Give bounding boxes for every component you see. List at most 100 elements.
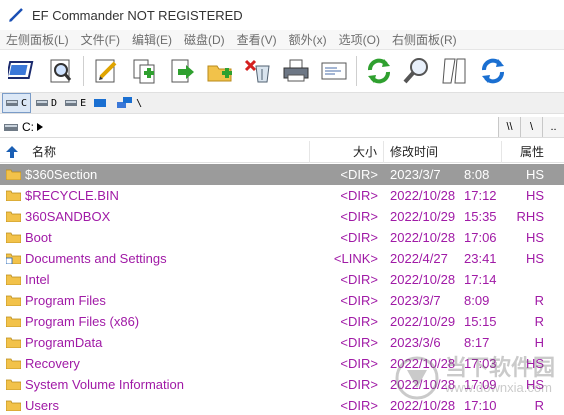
file-modified: 2023/3/7 8:09 bbox=[384, 293, 502, 308]
desktop-icon bbox=[94, 99, 107, 107]
file-name: System Volume Information bbox=[25, 377, 184, 392]
file-name-cell: $360Section bbox=[0, 167, 310, 182]
file-time: 17:10 bbox=[464, 398, 497, 413]
drive-e-button[interactable]: E bbox=[62, 93, 89, 113]
file-name-cell: Documents and Settings bbox=[0, 251, 310, 266]
file-row[interactable]: Program Files (x86) <DIR> 2022/10/29 15:15 R bbox=[0, 311, 564, 332]
file-row[interactable]: Recovery <DIR> 2022/10/28 17:03 HS bbox=[0, 353, 564, 374]
file-name: $RECYCLE.BIN bbox=[25, 188, 119, 203]
menu-edit[interactable]: 编辑(E) bbox=[126, 31, 178, 48]
print-button[interactable] bbox=[277, 54, 315, 88]
compare-button[interactable] bbox=[436, 54, 474, 88]
network-button[interactable]: \ bbox=[114, 93, 145, 113]
drive-label: C bbox=[21, 97, 28, 109]
file-date: 2022/10/29 bbox=[390, 209, 456, 224]
file-row[interactable]: ProgramData <DIR> 2023/3/6 8:17 H bbox=[0, 332, 564, 353]
file-attr: R bbox=[534, 293, 544, 308]
column-modified-label: 修改时间 bbox=[390, 145, 439, 159]
file-time: 17:09 bbox=[464, 377, 497, 392]
file-name: Program Files bbox=[25, 293, 106, 308]
file-name-cell: ProgramData bbox=[0, 335, 310, 350]
column-attr[interactable]: 属性 bbox=[502, 141, 564, 163]
file-row[interactable]: System Volume Information <DIR> 2022/10/28… bbox=[0, 374, 564, 395]
file-row[interactable]: 360SANDBOX <DIR> 2022/10/29 15:35 RHS bbox=[0, 206, 564, 227]
menu-extra[interactable]: 额外(x) bbox=[283, 31, 333, 48]
menu-options[interactable]: 选项(O) bbox=[333, 31, 386, 48]
properties-button[interactable] bbox=[315, 54, 353, 88]
file-row[interactable]: Program Files <DIR> 2023/3/7 8:09 R bbox=[0, 290, 564, 311]
menu-file[interactable]: 文件(F) bbox=[75, 31, 126, 48]
file-modified: 2022/4/27 23:41 bbox=[384, 251, 502, 266]
file-size: <DIR> bbox=[340, 398, 378, 413]
file-modified: 2022/10/29 15:15 bbox=[384, 314, 502, 329]
column-name[interactable]: 名称 bbox=[0, 140, 310, 163]
column-size[interactable]: 大小 bbox=[310, 140, 384, 163]
file-modified: 2022/10/28 17:03 bbox=[384, 356, 502, 371]
root-button[interactable]: \\ bbox=[498, 116, 520, 137]
column-header: 名称 大小 修改时间 属性 bbox=[0, 140, 564, 163]
file-row[interactable]: Documents and Settings <LINK> 2022/4/27 23:… bbox=[0, 248, 564, 269]
folder-icon bbox=[6, 379, 21, 390]
file-size: <DIR> bbox=[340, 209, 378, 224]
hard-drive-icon bbox=[36, 100, 49, 106]
menu-view[interactable]: 查看(V) bbox=[231, 31, 283, 48]
file-modified: 2022/10/28 17:10 bbox=[384, 398, 502, 413]
refresh-button[interactable] bbox=[360, 54, 398, 88]
file-name: ProgramData bbox=[25, 335, 103, 350]
file-date: 2022/10/28 bbox=[390, 188, 456, 203]
toolbar bbox=[0, 52, 564, 90]
caret-right-icon bbox=[37, 122, 43, 131]
move-button[interactable] bbox=[163, 54, 201, 88]
sync-icon bbox=[482, 58, 504, 84]
file-name-cell: Program Files (x86) bbox=[0, 314, 310, 329]
file-date: 2022/10/28 bbox=[390, 272, 456, 287]
file-modified: 2022/10/28 17:12 bbox=[384, 188, 502, 203]
path-label: C: bbox=[22, 119, 34, 134]
column-modified[interactable]: 修改时间 bbox=[384, 140, 502, 163]
view-button[interactable] bbox=[4, 54, 42, 88]
file-time: 8:09 bbox=[464, 293, 490, 308]
back-button[interactable]: \ bbox=[520, 116, 542, 137]
menu-disk[interactable]: 磁盘(D) bbox=[178, 31, 231, 48]
current-path[interactable]: C: bbox=[0, 120, 498, 134]
folder-link-icon bbox=[6, 253, 21, 264]
file-date: 2023/3/7 bbox=[390, 293, 441, 308]
file-size: <DIR> bbox=[340, 293, 378, 308]
file-name: Boot bbox=[25, 230, 52, 245]
file-attr: HS bbox=[525, 377, 544, 392]
sync-button[interactable] bbox=[474, 54, 512, 88]
app-pen-icon bbox=[9, 8, 23, 22]
copy-button[interactable] bbox=[125, 54, 163, 88]
folder-icon bbox=[6, 295, 21, 306]
file-attr: H bbox=[534, 335, 544, 350]
drive-d-button[interactable]: D bbox=[33, 93, 60, 113]
hard-drive-icon bbox=[6, 100, 18, 106]
edit-button[interactable] bbox=[87, 54, 125, 88]
folder-icon bbox=[6, 400, 21, 411]
drive-c-button[interactable]: C bbox=[2, 93, 32, 113]
file-size: <DIR> bbox=[340, 335, 378, 350]
new-folder-button[interactable] bbox=[201, 54, 239, 88]
file-name: Recovery bbox=[25, 356, 80, 371]
file-size: <DIR> bbox=[340, 314, 378, 329]
file-name-cell: 360SANDBOX bbox=[0, 209, 310, 224]
folder-icon bbox=[6, 337, 21, 348]
delete-button[interactable] bbox=[239, 54, 277, 88]
copy-icon bbox=[133, 59, 155, 84]
file-row[interactable]: $RECYCLE.BIN <DIR> 2022/10/28 17:12 HS bbox=[0, 185, 564, 206]
desktop-button[interactable] bbox=[91, 93, 112, 113]
menu-right-panel[interactable]: 右侧面板(R) bbox=[386, 31, 463, 48]
file-time: 15:15 bbox=[464, 314, 497, 329]
file-row[interactable]: Boot <DIR> 2022/10/28 17:06 HS bbox=[0, 227, 564, 248]
find-button[interactable] bbox=[42, 54, 80, 88]
new-folder-icon bbox=[207, 65, 232, 82]
file-row[interactable]: Users <DIR> 2022/10/28 17:10 R bbox=[0, 395, 564, 415]
properties-icon bbox=[321, 62, 347, 80]
file-row[interactable]: Intel <DIR> 2022/10/28 17:14 bbox=[0, 269, 564, 290]
up-button[interactable]: .. bbox=[542, 116, 564, 137]
menu-left-panel[interactable]: 左侧面板(L) bbox=[0, 31, 75, 48]
search-button[interactable] bbox=[398, 54, 436, 88]
file-row[interactable]: $360Section <DIR> 2023/3/7 8:08 HS bbox=[0, 164, 564, 185]
file-attr: RHS bbox=[516, 209, 544, 224]
file-date: 2022/10/28 bbox=[390, 356, 456, 371]
